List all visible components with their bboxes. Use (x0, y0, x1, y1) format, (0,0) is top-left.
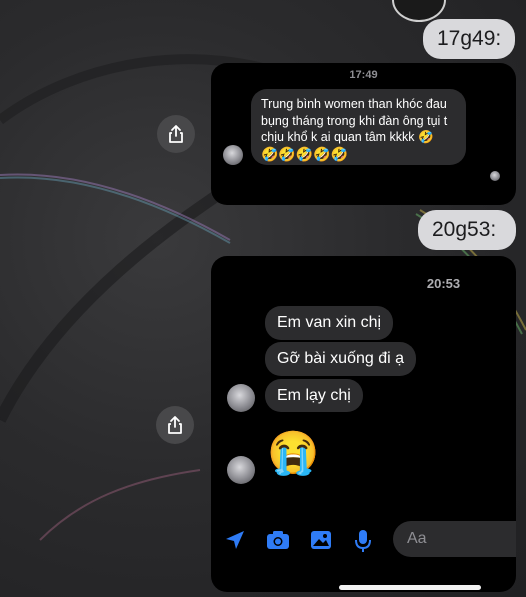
image-icon[interactable] (309, 528, 333, 552)
emoji-line: 🤣🤣🤣🤣🤣 (261, 146, 456, 164)
message-text: Em van xin chị (277, 314, 382, 331)
home-indicator (339, 585, 481, 590)
share-icon (169, 125, 183, 143)
share-icon (168, 416, 182, 434)
message-text: Em lạy chị (277, 387, 351, 404)
screenshot-card-2: 20:53 Em van xin chị Gỡ bài xuống đi ạ E… (211, 256, 516, 592)
avatar (227, 456, 255, 484)
card-time: 17:49 (349, 69, 378, 81)
avatar (223, 145, 243, 165)
share-button[interactable] (156, 406, 194, 444)
timestamp-label: 20g53: (418, 210, 516, 250)
send-location-icon[interactable] (223, 528, 247, 552)
read-receipt-avatar (490, 171, 500, 181)
message-bubble: Em van xin chị (265, 306, 394, 340)
avatar (227, 384, 255, 412)
emoji-message: 😭 (267, 429, 320, 476)
camera-icon[interactable] (265, 528, 291, 552)
screenshot-card-1: 17:49 Trung bình women than khóc đau bụn… (211, 63, 516, 205)
message-text: Trung bình women than khóc đau bụng thán… (261, 97, 448, 144)
message-bubble: Em lạy chị (265, 379, 363, 412)
emoji-text: 🤣🤣🤣🤣🤣 (261, 145, 349, 162)
share-button[interactable] (157, 115, 195, 153)
message-bubble: Gỡ bài xuống đi ạ (265, 342, 417, 376)
microphone-icon[interactable] (353, 528, 373, 554)
card-time: 20:53 (426, 276, 461, 291)
message-input[interactable]: Aa (393, 521, 516, 557)
message-bubble: Trung bình women than khóc đau bụng thán… (251, 89, 466, 165)
timestamp-label: 17g49: (423, 19, 516, 59)
message-text: Gỡ bài xuống đi ạ (277, 350, 405, 367)
